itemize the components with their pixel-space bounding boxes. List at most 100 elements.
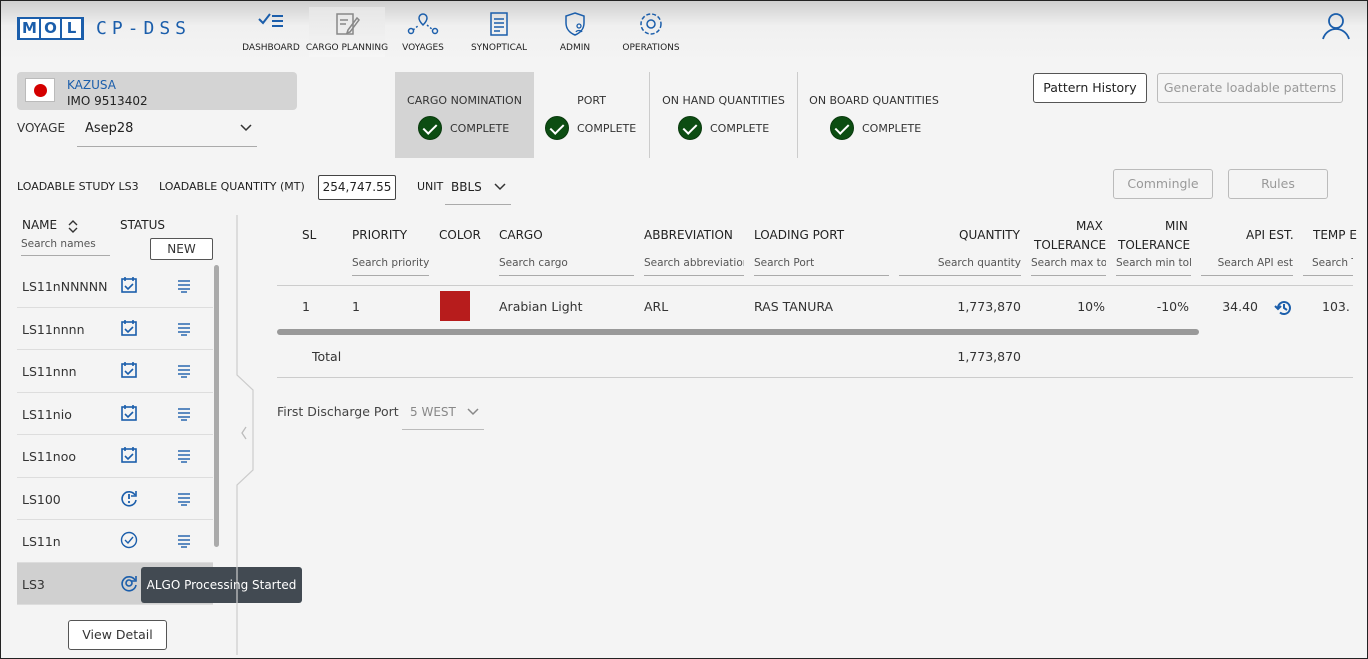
search-temp-input[interactable]: Search T — [1303, 257, 1353, 276]
nav-label: OPERATIONS — [622, 43, 680, 53]
step-title: CARGO NOMINATION — [407, 94, 522, 107]
search-api-input[interactable]: Search API est — [1201, 257, 1293, 276]
synoptical-icon — [490, 12, 508, 36]
step-port[interactable]: PORT COMPLETE — [534, 72, 650, 158]
table-footer-divider — [277, 377, 1353, 378]
admin-icon — [565, 12, 585, 36]
loadable-quantity-label: LOADABLE QUANTITY (MT) — [159, 180, 305, 193]
step-on-hand-quantities[interactable]: ON HAND QUANTITIES COMPLETE — [650, 72, 798, 158]
search-priority-input[interactable]: Search priority — [352, 257, 429, 276]
new-study-button[interactable]: NEW — [150, 238, 213, 260]
cell-api: 34.40 — [1222, 299, 1258, 314]
search-min-tol-input[interactable]: Search min tol — [1116, 257, 1191, 276]
loadable-quantity-field[interactable]: 254,747.55 — [318, 175, 396, 200]
list-item[interactable]: LS11nNNNNN — [17, 265, 213, 308]
nav-dashboard[interactable]: DASHBOARD — [233, 7, 309, 57]
step-state-text: COMPLETE — [577, 121, 637, 135]
top-navigation-bar: M O L CP-DSS DASHBOARD CARGO PLANNING VO… — [1, 1, 1367, 63]
chevron-down-icon — [240, 124, 252, 132]
cargo-color-swatch[interactable] — [440, 291, 470, 321]
list-item[interactable]: LS11nio — [17, 392, 213, 435]
panel-collapse-handle[interactable] — [236, 215, 256, 655]
nav-synoptical[interactable]: SYNOPTICAL — [461, 7, 537, 57]
list-item[interactable]: LS11noo — [17, 435, 213, 478]
sort-icon[interactable] — [67, 219, 79, 233]
study-name: LS3 — [22, 576, 45, 592]
step-cargo-nomination[interactable]: CARGO NOMINATION COMPLETE — [395, 72, 534, 158]
app-frame: M O L CP-DSS DASHBOARD CARGO PLANNING VO… — [0, 0, 1368, 659]
table-header-divider — [277, 285, 1353, 286]
col-min-tol-1: MIN — [1165, 219, 1188, 233]
nav-voyages[interactable]: VOYAGES — [385, 7, 461, 57]
user-profile-icon[interactable] — [1321, 11, 1351, 41]
study-name: LS100 — [22, 491, 61, 507]
status-steps: CARGO NOMINATION COMPLETE PORT COMPLETE … — [395, 72, 950, 158]
name-column-header[interactable]: NAME — [22, 218, 79, 233]
cell-temp: 103. — [1322, 299, 1350, 314]
voyage-select[interactable]: Asep28 — [77, 115, 257, 147]
voyages-icon — [407, 13, 439, 35]
vessel-imo: IMO 9513402 — [67, 94, 148, 108]
rules-button[interactable]: Rules — [1228, 169, 1328, 199]
col-priority: PRIORITY — [352, 228, 408, 242]
menu-list-icon[interactable] — [177, 364, 191, 378]
menu-list-icon[interactable] — [177, 492, 191, 506]
search-max-tol-input[interactable]: Search max tol — [1031, 257, 1106, 276]
unit-select[interactable]: BBLS — [445, 171, 511, 205]
commingle-button[interactable]: Commingle — [1113, 169, 1213, 199]
search-abbreviation-input[interactable]: Search abbreviation — [644, 257, 744, 276]
japan-flag-icon — [25, 78, 55, 102]
generate-loadable-patterns-button[interactable]: Generate loadable patterns — [1157, 73, 1343, 103]
study-name: LS11nio — [22, 406, 72, 422]
dashboard-icon — [258, 13, 283, 27]
col-min-tol-2: TOLERANCE — [1118, 238, 1191, 252]
list-item[interactable]: LS11nnn — [17, 350, 213, 393]
loadable-study-label: LOADABLE STUDY LS3 — [17, 180, 139, 193]
vessel-card: KAZUSA IMO 9513402 — [17, 72, 297, 110]
step-state: COMPLETE — [678, 116, 769, 140]
col-quantity: QUANTITY — [959, 228, 1020, 242]
history-icon[interactable] — [1274, 298, 1294, 318]
col-sl: SL — [302, 228, 317, 242]
study-name: LS11nNNNNN — [22, 279, 108, 294]
search-names-input[interactable]: Search names — [21, 238, 110, 256]
processing-icon — [121, 575, 137, 592]
main-nav: DASHBOARD CARGO PLANNING VOYAGES SYNOPTI… — [233, 7, 689, 57]
check-circle-icon — [545, 116, 569, 140]
step-state-text: COMPLETE — [862, 121, 922, 135]
search-quantity-input[interactable]: Search quantity — [899, 257, 1021, 276]
study-name: LS11n — [22, 534, 61, 549]
app-logo[interactable]: M O L CP-DSS — [17, 17, 191, 40]
menu-list-icon[interactable] — [177, 534, 191, 548]
list-item[interactable]: LS100 — [17, 477, 213, 520]
search-cargo-input[interactable]: Search cargo — [499, 257, 634, 276]
col-max-tol-2: TOLERANCE — [1034, 238, 1107, 252]
status-tooltip: ALGO Processing Started — [141, 567, 302, 603]
nav-cargo-planning[interactable]: CARGO PLANNING — [306, 7, 388, 57]
menu-list-icon[interactable] — [177, 407, 191, 421]
menu-list-icon[interactable] — [177, 279, 191, 293]
list-item[interactable]: LS11n — [17, 520, 213, 563]
table-horizontal-scrollbar[interactable] — [277, 329, 1199, 335]
step-state: COMPLETE — [830, 116, 921, 140]
list-item[interactable]: LS11nnnn — [17, 307, 213, 350]
search-port-input[interactable]: Search Port — [754, 257, 889, 276]
nav-admin[interactable]: ADMIN — [537, 7, 613, 57]
alert-sync-icon — [121, 490, 137, 507]
step-on-board-quantities[interactable]: ON BOARD QUANTITIES COMPLETE — [798, 72, 950, 158]
pattern-history-button[interactable]: Pattern History — [1033, 73, 1147, 103]
col-loading-port: LOADING PORT — [754, 228, 845, 242]
menu-list-icon[interactable] — [177, 322, 191, 336]
study-name: LS11nnnn — [22, 321, 85, 337]
cell-min-tol: -10% — [1156, 299, 1189, 314]
col-temp-est: TEMP E — [1313, 228, 1357, 242]
logo-letter: L — [62, 19, 81, 38]
nav-operations[interactable]: OPERATIONS — [613, 7, 689, 57]
list-scrollbar[interactable] — [214, 265, 219, 547]
first-discharge-port-select[interactable]: 5 WEST — [402, 398, 484, 430]
operations-icon — [640, 13, 662, 35]
menu-list-icon[interactable] — [177, 449, 191, 463]
view-detail-button[interactable]: View Detail — [68, 620, 167, 650]
app-name: CP-DSS — [96, 18, 192, 39]
step-title: ON BOARD QUANTITIES — [809, 94, 939, 107]
